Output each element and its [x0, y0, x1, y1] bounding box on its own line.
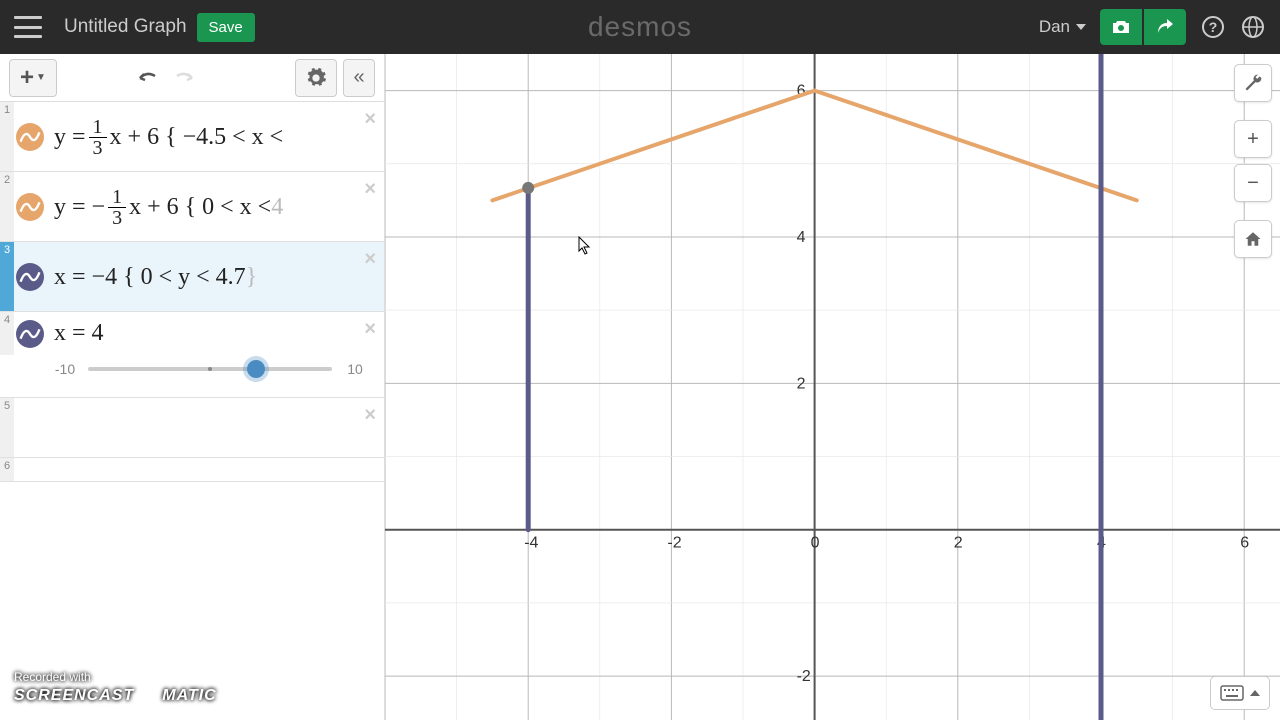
expression-row[interactable]: 2 y = − 13 x + 6 { 0 < x < 4 × [0, 172, 384, 242]
watermark: Recorded with SCREENCAST MATIC [14, 670, 217, 708]
save-button[interactable]: Save [197, 13, 255, 42]
help-button[interactable]: ? [1200, 14, 1226, 40]
slider-track[interactable] [88, 367, 332, 371]
add-expression-button[interactable]: +▼ [9, 59, 57, 97]
keyboard-button[interactable] [1210, 676, 1270, 710]
row-number: 4 [0, 312, 14, 355]
zoom-in-button[interactable]: + [1234, 120, 1272, 158]
slider-thumb[interactable] [247, 360, 265, 378]
screenshot-button[interactable] [1100, 9, 1142, 45]
expression-input[interactable] [46, 398, 384, 457]
user-menu[interactable]: Dan [1039, 17, 1086, 37]
expression-toggle[interactable] [14, 102, 46, 171]
share-button[interactable] [1144, 9, 1186, 45]
color-swatch [16, 123, 44, 151]
expression-input[interactable]: x = 4 [46, 312, 384, 355]
redo-button [166, 60, 202, 96]
logo: desmos [588, 11, 692, 43]
collapse-sidebar-button[interactable]: « [343, 59, 375, 97]
delete-expression-button[interactable]: × [364, 108, 376, 131]
redo-icon [173, 70, 195, 86]
delete-expression-button[interactable]: × [364, 318, 376, 341]
gear-icon [305, 67, 327, 89]
expression-toggle[interactable] [14, 312, 46, 355]
graph-settings-button[interactable] [295, 59, 337, 97]
slider-min[interactable]: -10 [52, 361, 78, 377]
home-button[interactable] [1234, 220, 1272, 258]
wave-icon [19, 126, 41, 148]
row-number: 1 [0, 102, 14, 171]
expression-row[interactable]: 1 y = 13 x + 6 { −4.5 < x < × [0, 102, 384, 172]
expression-input[interactable]: x = −4 { 0 < y < 4.7 } [46, 242, 384, 311]
expression-row[interactable]: 4 x = 4 × -10 10 [0, 312, 384, 398]
svg-text:0: 0 [811, 535, 820, 552]
slider-max[interactable]: 10 [342, 361, 368, 377]
wave-icon [19, 196, 41, 218]
expression-input[interactable]: y = 13 x + 6 { −4.5 < x < [46, 102, 384, 171]
wrench-icon [1243, 73, 1263, 93]
zoom-out-button[interactable]: − [1234, 164, 1272, 202]
chevron-up-icon [1250, 690, 1260, 696]
chevron-down-icon [1076, 24, 1086, 30]
row-number: 6 [0, 458, 14, 481]
expression-row[interactable]: 6 [0, 458, 384, 482]
help-icon: ? [1201, 15, 1225, 39]
slider[interactable]: -10 10 [0, 355, 384, 387]
home-icon [1244, 230, 1262, 248]
color-swatch [16, 263, 44, 291]
delete-expression-button[interactable]: × [364, 248, 376, 271]
wave-icon [19, 266, 41, 288]
share-icon [1156, 18, 1174, 36]
svg-text:2: 2 [954, 535, 963, 552]
svg-text:4: 4 [797, 229, 806, 246]
keyboard-icon [1220, 685, 1244, 701]
undo-icon [137, 70, 159, 86]
svg-text:?: ? [1209, 19, 1218, 35]
color-swatch [16, 320, 44, 348]
expression-row[interactable]: 5 × [0, 398, 384, 458]
expression-row[interactable]: 3 x = −4 { 0 < y < 4.7 } × [0, 242, 384, 312]
svg-text:2: 2 [797, 375, 806, 392]
sidebar-toolbar: +▼ « [0, 54, 384, 102]
color-swatch [16, 193, 44, 221]
row-number: 3 [0, 242, 14, 311]
expression-list: 1 y = 13 x + 6 { −4.5 < x < × 2 y [0, 102, 384, 482]
undo-button[interactable] [130, 60, 166, 96]
expression-sidebar: +▼ « 1 y = 13 x + 6 { −4.5 < x < × [0, 54, 385, 720]
user-name: Dan [1039, 17, 1070, 37]
expression-toggle[interactable] [14, 242, 46, 311]
svg-text:6: 6 [1240, 535, 1249, 552]
expression-toggle[interactable] [14, 172, 46, 241]
graph-canvas[interactable]: -4-20246-2246 [385, 54, 1280, 720]
menu-icon[interactable] [14, 16, 42, 38]
delete-expression-button[interactable]: × [364, 404, 376, 427]
graph-title[interactable]: Untitled Graph [64, 16, 187, 38]
globe-icon [1241, 15, 1265, 39]
wrench-button[interactable] [1234, 64, 1272, 102]
graph-svg: -4-20246-2246 [385, 54, 1280, 720]
expression-input[interactable]: y = − 13 x + 6 { 0 < x < 4 [46, 172, 384, 241]
top-bar: Untitled Graph Save desmos Dan ? [0, 0, 1280, 54]
svg-text:-2: -2 [797, 668, 811, 685]
svg-text:-2: -2 [667, 535, 681, 552]
row-number: 2 [0, 172, 14, 241]
camera-icon [1111, 19, 1131, 35]
svg-text:-4: -4 [524, 535, 538, 552]
row-number: 5 [0, 398, 14, 457]
delete-expression-button[interactable]: × [364, 178, 376, 201]
language-button[interactable] [1240, 14, 1266, 40]
wave-icon [19, 323, 41, 345]
